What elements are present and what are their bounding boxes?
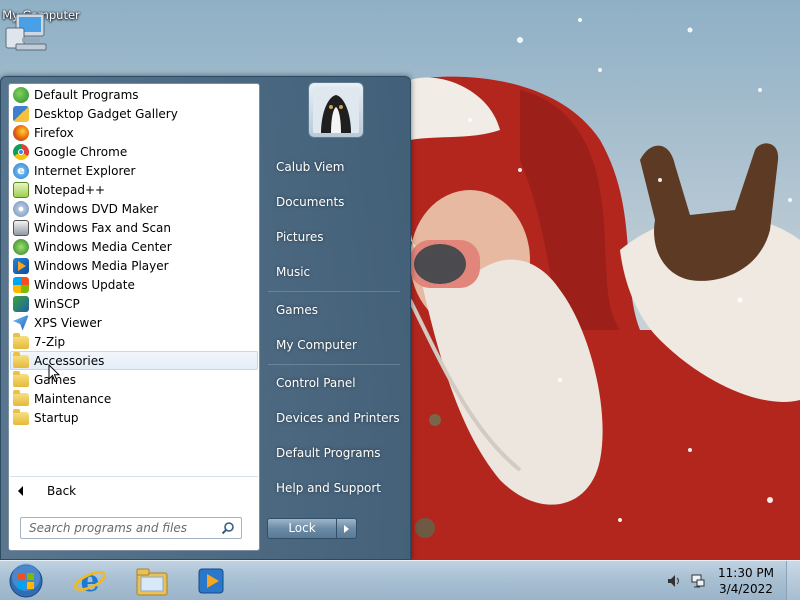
program-item-windows-update[interactable]: Windows Update xyxy=(10,275,258,294)
program-label: WinSCP xyxy=(34,296,80,311)
program-item-internet-explorer[interactable]: e Internet Explorer xyxy=(10,161,258,180)
start-right-item-devices-and-printers[interactable]: Devices and Printers xyxy=(276,411,400,425)
program-item-windows-fax-and-scan[interactable]: Windows Fax and Scan xyxy=(10,218,258,237)
program-item-desktop-gadget-gallery[interactable]: Desktop Gadget Gallery xyxy=(10,104,258,123)
xps-viewer-icon xyxy=(13,314,29,331)
taskbar: e 11:30 PM 3/4/2022 xyxy=(0,560,800,600)
user-avatar-image xyxy=(313,87,359,133)
dog-avatar-icon xyxy=(313,87,359,133)
shutdown-options-arrow-button[interactable] xyxy=(336,519,356,538)
volume-icon[interactable] xyxy=(666,573,682,589)
start-right-item-games[interactable]: Games xyxy=(276,303,318,317)
program-item-default-programs[interactable]: Default Programs xyxy=(10,85,258,104)
program-label: XPS Viewer xyxy=(34,315,102,330)
program-item-startup[interactable]: Startup xyxy=(10,408,258,427)
right-separator xyxy=(268,364,400,365)
program-label: Firefox xyxy=(34,125,74,140)
program-label: Accessories xyxy=(34,353,105,368)
mouse-cursor-icon xyxy=(48,364,60,383)
program-item-windows-media-center[interactable]: Windows Media Center xyxy=(10,237,258,256)
program-item-google-chrome[interactable]: Google Chrome xyxy=(10,142,258,161)
back-label: Back xyxy=(47,483,77,498)
dvd-maker-icon xyxy=(13,200,29,217)
start-right-item-documents[interactable]: Documents xyxy=(276,195,344,209)
program-item-notepadpp[interactable]: Notepad++ xyxy=(10,180,258,199)
firefox-icon xyxy=(13,124,29,141)
search-icon xyxy=(221,522,234,535)
start-orb-icon[interactable] xyxy=(8,563,44,599)
internet-explorer-icon: e xyxy=(13,162,29,179)
program-item-xps-viewer[interactable]: XPS Viewer xyxy=(10,313,258,332)
program-label: Desktop Gadget Gallery xyxy=(34,106,178,121)
folder-icon xyxy=(13,333,29,349)
program-label: 7-Zip xyxy=(34,334,66,349)
program-label: Startup xyxy=(34,410,79,425)
computer-icon xyxy=(5,13,47,51)
program-label: Default Programs xyxy=(34,87,139,102)
start-menu-programs-pane: Default Programs Desktop Gadget Gallery … xyxy=(8,83,260,551)
program-item-winscp[interactable]: WinSCP xyxy=(10,294,258,313)
right-separator xyxy=(268,291,400,292)
show-desktop-button[interactable] xyxy=(786,561,800,600)
start-right-item-control-panel[interactable]: Control Panel xyxy=(276,376,356,390)
clock-time: 11:30 PM xyxy=(718,566,774,580)
program-label: Windows Media Center xyxy=(34,239,172,254)
gadget-gallery-icon xyxy=(13,105,29,122)
start-right-item-help-and-support[interactable]: Help and Support xyxy=(276,481,381,495)
svg-text:e: e xyxy=(80,564,99,599)
program-label: Windows Fax and Scan xyxy=(34,220,172,235)
search-placeholder: Search programs and files xyxy=(29,521,187,535)
notepadpp-icon xyxy=(13,181,29,198)
program-item-7-zip[interactable]: 7-Zip xyxy=(10,332,258,351)
media-player-icon[interactable] xyxy=(193,563,229,599)
start-right-item-pictures[interactable]: Pictures xyxy=(276,230,324,244)
folder-icon xyxy=(13,409,29,425)
media-center-icon xyxy=(13,238,29,255)
program-label: Windows Media Player xyxy=(34,258,169,273)
start-right-item-user[interactable]: Calub Viem xyxy=(276,160,344,174)
program-item-firefox[interactable]: Firefox xyxy=(10,123,258,142)
program-label: Google Chrome xyxy=(34,144,128,159)
system-clock[interactable]: 11:30 PM 3/4/2022 xyxy=(718,565,774,597)
program-item-windows-media-player[interactable]: Windows Media Player xyxy=(10,256,258,275)
program-item-maintenance[interactable]: Maintenance xyxy=(10,389,258,408)
search-input[interactable]: Search programs and files xyxy=(20,517,242,539)
program-label: Maintenance xyxy=(34,391,112,406)
program-label: Internet Explorer xyxy=(34,163,136,178)
user-picture[interactable] xyxy=(308,82,364,138)
program-label: Windows Update xyxy=(34,277,135,292)
start-right-item-music[interactable]: Music xyxy=(276,265,310,279)
clock-date: 3/4/2022 xyxy=(719,582,773,596)
desktop-icon-my-computer[interactable]: My Computer xyxy=(2,8,80,51)
start-right-item-default-programs[interactable]: Default Programs xyxy=(276,446,381,460)
back-arrow-icon xyxy=(18,485,23,496)
start-right-item-my-computer[interactable]: My Computer xyxy=(276,338,357,352)
folder-icon xyxy=(13,371,29,387)
folder-icon xyxy=(13,390,29,406)
back-button[interactable]: Back xyxy=(10,476,258,504)
internet-explorer-icon[interactable]: e xyxy=(72,563,108,599)
shutdown-button-group: Lock xyxy=(267,518,357,539)
folder-icon xyxy=(13,352,29,368)
winscp-icon xyxy=(13,295,29,312)
program-label: Notepad++ xyxy=(34,182,106,197)
program-label: Windows DVD Maker xyxy=(34,201,159,216)
default-programs-icon xyxy=(13,86,29,103)
chevron-right-icon xyxy=(344,524,349,533)
lock-button[interactable]: Lock xyxy=(268,519,336,538)
media-player-icon xyxy=(13,257,29,274)
program-item-windows-dvd-maker[interactable]: Windows DVD Maker xyxy=(10,199,258,218)
fax-scan-icon xyxy=(13,219,29,236)
network-icon[interactable] xyxy=(690,573,706,589)
explorer-folder-icon[interactable] xyxy=(134,563,170,599)
windows-update-icon xyxy=(13,276,29,293)
chrome-icon xyxy=(13,143,29,160)
